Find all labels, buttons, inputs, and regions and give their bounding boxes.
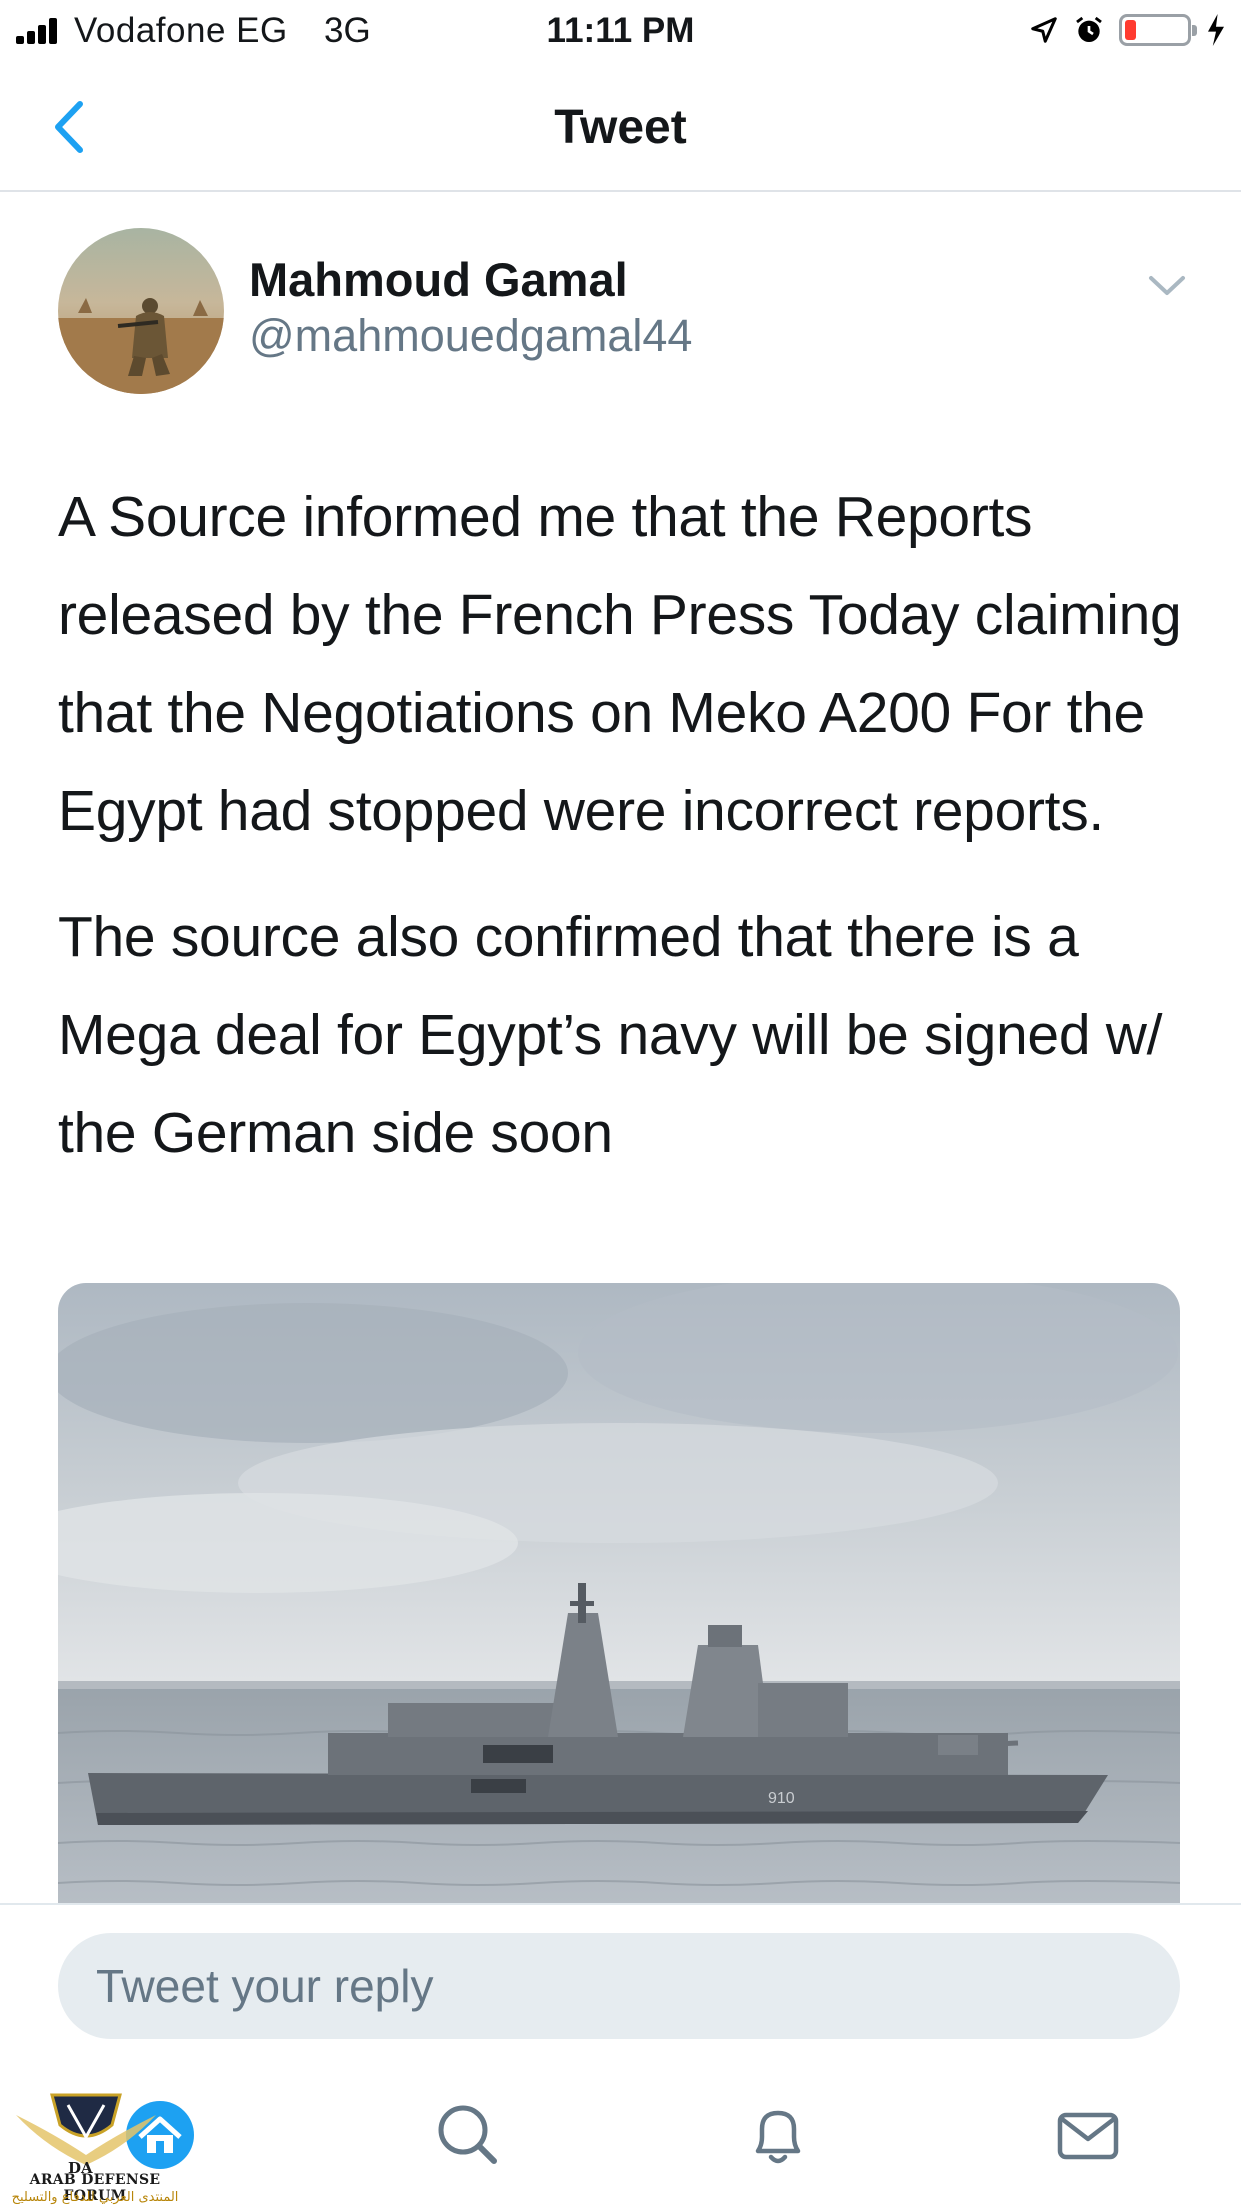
tweet-paragraph: The source also confirmed that there is …: [58, 905, 1163, 1165]
location-icon: [1031, 17, 1057, 43]
search-icon: [438, 2105, 497, 2164]
chevron-down-icon: [1149, 276, 1185, 295]
alarm-icon: [1076, 16, 1102, 42]
status-right-icons: [1029, 10, 1227, 50]
messages-icon: [1057, 2112, 1119, 2160]
tweet-media-image[interactable]: 910: [58, 1283, 1180, 1903]
watermark-subtitle: المنتدى العربي للدفاع والتسليح: [11, 2190, 179, 2205]
reply-input[interactable]: [58, 1933, 1180, 2039]
avatar[interactable]: [58, 228, 224, 394]
tweet-paragraph: A Source informed me that the Reports re…: [58, 485, 1182, 843]
page-title: Tweet: [554, 101, 687, 154]
tab-messages[interactable]: [1048, 2095, 1128, 2175]
notifications-icon: [755, 2110, 801, 2164]
tab-notifications[interactable]: [738, 2095, 818, 2175]
battery-icon: [1119, 14, 1197, 46]
author-display-name[interactable]: Mahmoud Gamal: [249, 252, 628, 307]
hull-number: 910: [768, 1790, 795, 1807]
tweet-options-button[interactable]: [1145, 268, 1189, 302]
tweet-text: A Source informed me that the Reports re…: [58, 468, 1198, 1182]
status-bar: Vodafone EG 3G 11:11 PM: [0, 0, 1241, 62]
tab-search[interactable]: [428, 2095, 508, 2175]
author-handle[interactable]: @mahmouedgamal44: [249, 310, 692, 362]
nav-header: Tweet: [0, 62, 1241, 192]
charging-icon: [1208, 14, 1224, 46]
